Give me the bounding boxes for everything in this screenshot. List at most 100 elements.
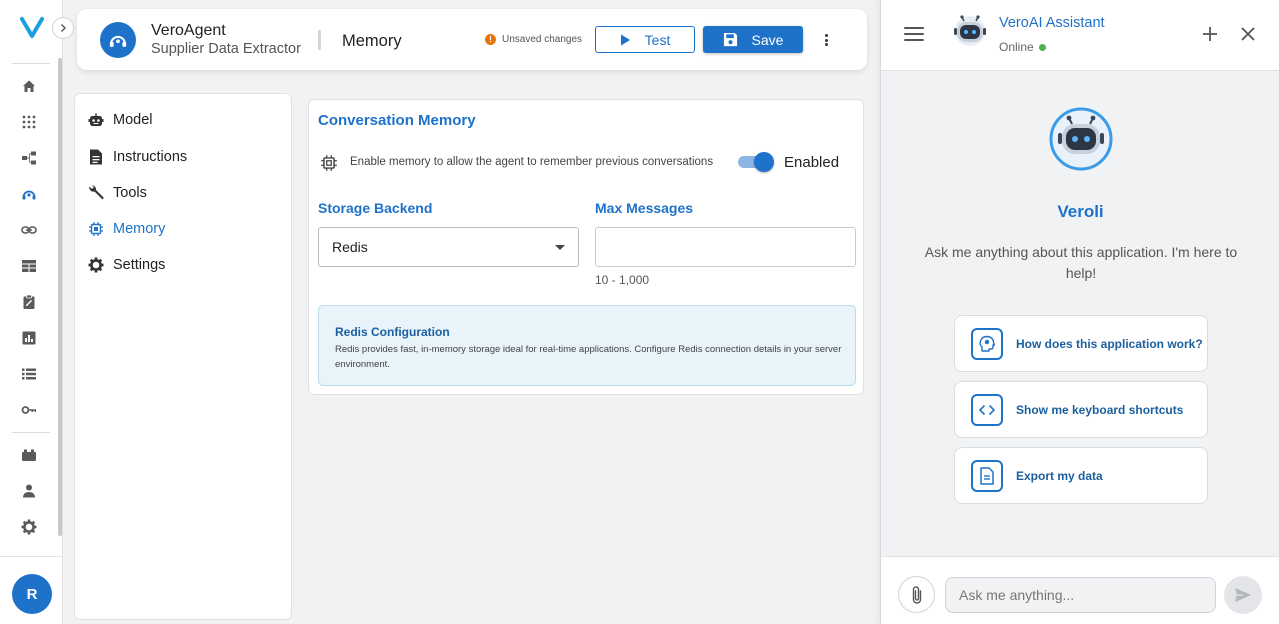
lightbulb-head-icon [971,327,1003,360]
save-button[interactable]: Save [703,26,803,53]
menu-item-settings[interactable]: Settings [87,253,165,277]
online-dot-icon [1038,43,1046,51]
memory-enable-description: Enable memory to allow the agent to reme… [350,156,714,168]
suggestion-how-it-works[interactable]: How does this application work? [954,315,1208,372]
save-button-label: Save [751,31,784,48]
unsaved-indicator: ! Unsaved changes [485,34,582,45]
menu-item-label: Settings [113,257,166,273]
paperclip-icon [912,585,921,604]
menu-item-label: Model [113,112,153,128]
send-button[interactable] [1224,576,1262,614]
bot-name: Veroli [1057,202,1104,221]
close-assistant-button[interactable] [1238,24,1258,44]
info-title: Redis Configuration [335,325,450,339]
rail-scrollbar[interactable] [58,58,62,536]
assistant-status: Online [999,40,1046,54]
unsaved-label: Unsaved changes [502,34,583,45]
blocks-icon[interactable] [20,446,38,464]
assistant-title: VeroAI Assistant [999,15,1105,31]
rail-divider [12,63,50,64]
menu-item-label: Tools [113,185,147,201]
menu-item-model[interactable]: Model [87,108,153,132]
agent-name: VeroAgent [151,22,226,39]
robot-icon [87,111,105,129]
list-icon[interactable] [20,365,38,383]
hamburger-menu-icon[interactable] [904,27,924,41]
enabled-label: Enabled [784,154,840,171]
chevron-right-icon [61,24,66,32]
memory-enabled-toggle[interactable] [738,152,774,172]
send-icon [1235,588,1251,602]
warning-icon: ! [485,34,496,45]
bot-avatar-icon [952,15,988,47]
more-options-icon[interactable] [821,32,831,48]
chart-icon[interactable] [20,329,38,347]
home-icon[interactable] [20,77,38,95]
assistant-header: VeroAI Assistant Online [881,0,1279,71]
file-icon [971,459,1003,492]
agent-avatar-icon [100,22,136,58]
user-avatar[interactable]: R [12,574,52,614]
link-icon[interactable] [20,221,38,239]
agent-subtitle: Supplier Data Extractor [151,41,301,57]
floppy-disk-icon [723,32,737,47]
rail-divider [12,432,50,433]
workflow-icon[interactable] [20,149,38,167]
assistant-panel: VeroAI Assistant Online Veroli Ask me an… [880,0,1279,624]
gear-icon [87,256,105,274]
conversation-memory-panel: Conversation Memory Enable memory to all… [308,99,864,395]
attach-file-button[interactable] [898,576,935,613]
code-icon [971,393,1003,426]
toggle-knob [754,152,774,172]
chat-input[interactable] [945,577,1216,613]
rail-divider [0,556,63,557]
close-icon [1241,27,1255,41]
agent-icon[interactable] [20,185,38,203]
avatar-initial: R [26,585,38,603]
chip-icon [320,154,338,172]
storage-backend-value: Redis [332,239,368,255]
gear-icon[interactable] [20,518,38,536]
clipboard-icon[interactable] [20,293,38,311]
table-icon[interactable] [20,257,38,275]
agent-config-menu: Model Instructions Tools Memory Settings [74,93,292,620]
suggestion-export-data[interactable]: Export my data [954,447,1208,504]
new-chat-button[interactable] [1200,24,1220,44]
expand-rail-button[interactable] [52,17,74,39]
suggestion-label: Export my data [1016,468,1103,483]
play-icon [620,34,630,45]
key-icon[interactable] [20,401,38,419]
wrench-icon [87,184,105,202]
dropdown-arrow-icon [555,245,565,250]
page-title: Memory [342,32,402,50]
menu-item-label: Memory [113,221,166,237]
suggestion-label: How does this application work? [1016,336,1203,351]
menu-item-memory[interactable]: Memory [87,217,165,241]
max-messages-input[interactable] [595,227,856,267]
apps-grid-icon[interactable] [20,113,38,131]
agent-header: VeroAgent Supplier Data Extractor Memory… [77,9,867,70]
chip-icon [87,220,105,238]
menu-item-label: Instructions [113,149,188,165]
storage-backend-select[interactable]: Redis [318,227,579,267]
info-text: Redis provides fast, in-memory storage i… [335,344,842,370]
menu-item-tools[interactable]: Tools [87,181,147,205]
storage-backend-label: Storage Backend [318,200,433,216]
nav-rail: R [0,0,74,624]
person-icon[interactable] [20,482,38,500]
assistant-composer [881,556,1279,624]
test-button-label: Test [644,31,671,48]
max-messages-hint: 10 - 1,000 [595,273,650,287]
welcome-message: Ask me anything about this application. … [924,244,1238,281]
test-button[interactable]: Test [595,26,695,53]
plus-icon [1203,27,1217,41]
redis-info-box: Redis Configuration Redis provides fast,… [318,305,856,386]
header-separator [318,30,321,50]
suggestion-label: Show me keyboard shortcuts [1016,402,1184,417]
max-messages-label: Max Messages [595,200,694,216]
bot-avatar-icon [1049,107,1113,171]
menu-item-instructions[interactable]: Instructions [87,145,187,169]
suggestion-keyboard-shortcuts[interactable]: Show me keyboard shortcuts [954,381,1208,438]
panel-title: Conversation Memory [318,112,476,129]
app-logo[interactable] [19,14,45,40]
